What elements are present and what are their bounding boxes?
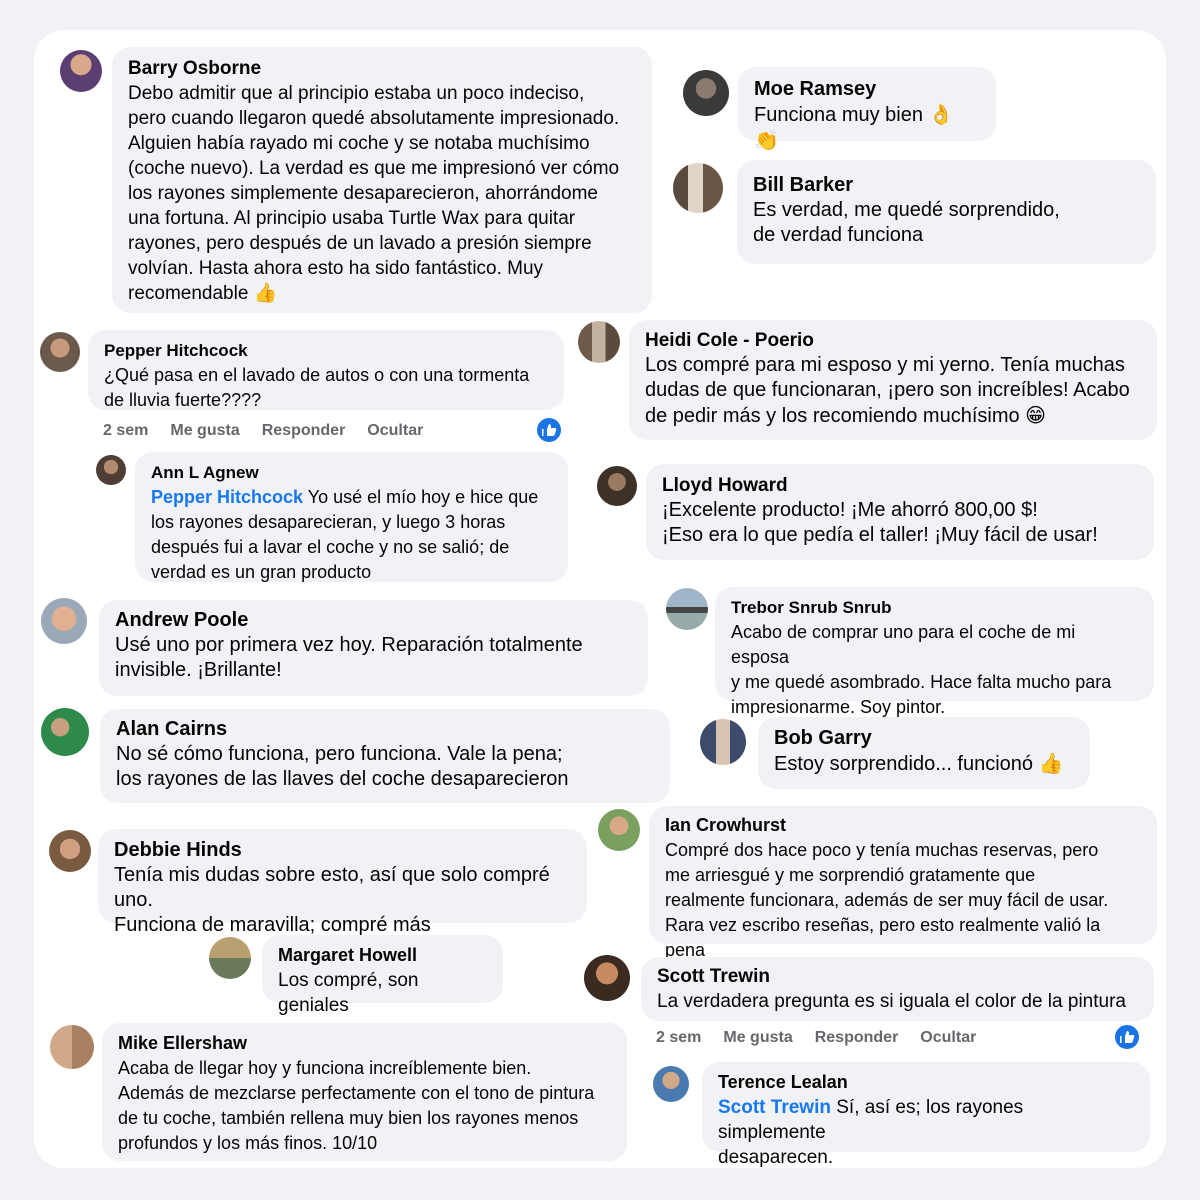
comment-bubble: Bob Garry Estoy sorprendido... funcionó …: [758, 717, 1090, 789]
comment-actions: 2 sem Me gusta Responder Ocultar: [656, 1029, 976, 1047]
hide-link[interactable]: Ocultar: [920, 1029, 976, 1047]
avatar[interactable]: [40, 332, 80, 372]
mention-link[interactable]: Pepper Hitchcock: [151, 487, 303, 507]
thumbs-up-emoji: 👍: [253, 282, 278, 304]
like-link[interactable]: Me gusta: [170, 422, 239, 440]
reply-link[interactable]: Responder: [815, 1029, 899, 1047]
commenter-name[interactable]: Lloyd Howard: [662, 473, 1138, 498]
commenter-name[interactable]: Margaret Howell: [278, 943, 487, 968]
avatar[interactable]: [50, 1025, 94, 1069]
comment-text: ¡Excelente producto! ¡Me ahorró 800,00 $…: [662, 499, 1098, 546]
avatar[interactable]: [653, 1066, 689, 1102]
comment-bubble: Debbie Hinds Tenía mis dudas sobre esto,…: [98, 829, 587, 936]
comment-bubble: Margaret Howell Los compré, son geniales: [262, 935, 503, 1016]
avatar[interactable]: [598, 809, 640, 851]
comment-bubble: Ann L Agnew Pepper Hitchcock Yo usé el m…: [135, 452, 568, 582]
commenter-name[interactable]: Barry Osborne: [128, 56, 636, 81]
avatar[interactable]: [41, 708, 89, 756]
comment-bubble: Alan Cairns No sé cómo funciona, pero fu…: [100, 709, 670, 803]
commenter-name[interactable]: Trebor Snrub Snrub: [731, 595, 1138, 620]
like-reaction-icon[interactable]: [1113, 1023, 1141, 1051]
commenter-name[interactable]: Debbie Hinds: [114, 838, 571, 863]
comment-bubble: Barry Osborne Debo admitir que al princi…: [112, 47, 652, 313]
commenter-name[interactable]: Mike Ellershaw: [118, 1031, 611, 1056]
comment-actions: 2 sem Me gusta Responder Ocultar: [103, 422, 423, 440]
comment-text: Estoy sorprendido... funcionó 👍: [774, 751, 1064, 775]
comment-bubble: Ian Crowhurst Compré dos hace poco y ten…: [649, 806, 1157, 960]
commenter-name[interactable]: Heidi Cole - Poerio: [645, 328, 1141, 353]
avatar[interactable]: [666, 588, 708, 630]
comment-text: La verdadera pregunta es si iguala el co…: [657, 991, 1126, 1012]
avatar[interactable]: [60, 50, 102, 92]
comment-text: Los compré, son geniales: [278, 970, 419, 1016]
grin-emoji: 😁: [1025, 403, 1047, 427]
comment-text: Funciona muy bien 👌 👏: [754, 102, 954, 152]
avatar[interactable]: [41, 598, 87, 644]
avatar[interactable]: [673, 163, 723, 213]
avatar[interactable]: [49, 830, 91, 872]
comment-text: Debo admitir que al principio estaba un …: [128, 83, 620, 304]
commenter-name[interactable]: Bob Garry: [774, 726, 1074, 751]
commenter-name[interactable]: Ann L Agnew: [151, 460, 552, 485]
comment-text: Usé uno por primera vez hoy. Reparación …: [115, 634, 583, 681]
comment-bubble: Lloyd Howard ¡Excelente producto! ¡Me ah…: [646, 464, 1154, 560]
comment-bubble: Andrew Poole Usé uno por primera vez hoy…: [99, 600, 648, 696]
like-reaction-icon[interactable]: [535, 416, 563, 444]
comment-bubble: Scott Trewin La verdadera pregunta es si…: [641, 957, 1154, 1021]
comment-text: Acabo de comprar uno para el coche de mi…: [731, 622, 1112, 717]
commenter-name[interactable]: Ian Crowhurst: [665, 813, 1141, 838]
commenter-name[interactable]: Bill Barker: [753, 173, 1140, 198]
comment-bubble: Terence Lealan Scott Trewin Sí, así es; …: [702, 1062, 1150, 1168]
reply-link[interactable]: Responder: [262, 422, 346, 440]
comment-bubble: Trebor Snrub Snrub Acabo de comprar uno …: [715, 587, 1154, 717]
comment-bubble: Mike Ellershaw Acaba de llegar hoy y fun…: [102, 1023, 627, 1161]
comment-bubble: Moe Ramsey Funciona muy bien 👌 👏: [738, 67, 996, 152]
commenter-name[interactable]: Terence Lealan: [718, 1070, 1134, 1095]
comment-bubble: Bill Barker Es verdad, me quedé sorprend…: [737, 160, 1156, 264]
mention-link[interactable]: Scott Trewin: [718, 1097, 831, 1118]
avatar[interactable]: [209, 937, 251, 979]
commenter-name[interactable]: Scott Trewin: [657, 964, 1138, 989]
comment-text: Es verdad, me quedé sorprendido, de verd…: [753, 199, 1060, 246]
comment-text: ¿Qué pasa en el lavado de autos o con un…: [104, 365, 530, 410]
avatar[interactable]: [578, 321, 620, 363]
like-link[interactable]: Me gusta: [723, 1029, 792, 1047]
avatar[interactable]: [597, 466, 637, 506]
avatar[interactable]: [700, 719, 746, 765]
avatar[interactable]: [683, 70, 729, 116]
timestamp[interactable]: 2 sem: [656, 1029, 701, 1047]
comment-bubble: Heidi Cole - Poerio Los compré para mi e…: [629, 320, 1157, 440]
comment-bubble: Pepper Hitchcock ¿Qué pasa en el lavado …: [88, 330, 564, 410]
timestamp[interactable]: 2 sem: [103, 422, 148, 440]
commenter-name[interactable]: Alan Cairns: [116, 717, 654, 742]
comment-text: Acaba de llegar hoy y funciona increíble…: [118, 1058, 595, 1153]
thumbs-up-emoji: 👍: [1038, 751, 1064, 775]
hide-link[interactable]: Ocultar: [367, 422, 423, 440]
commenter-name[interactable]: Moe Ramsey: [754, 77, 980, 102]
avatar[interactable]: [584, 955, 630, 1001]
avatar[interactable]: [96, 455, 126, 485]
comment-text: No sé cómo funciona, pero funciona. Vale…: [116, 743, 569, 790]
comment-text: Compré dos hace poco y tenía muchas rese…: [665, 840, 1109, 960]
comment-text: Pepper Hitchcock Yo usé el mío hoy e hic…: [151, 487, 539, 582]
commenter-name[interactable]: Andrew Poole: [115, 608, 632, 633]
comment-text: Los compré para mi esposo y mi yerno. Te…: [645, 354, 1130, 427]
commenter-name[interactable]: Pepper Hitchcock: [104, 338, 548, 363]
comment-text: Scott Trewin Sí, así es; los rayones sim…: [718, 1097, 1024, 1168]
comment-text: Tenía mis dudas sobre esto, así que solo…: [114, 864, 550, 936]
